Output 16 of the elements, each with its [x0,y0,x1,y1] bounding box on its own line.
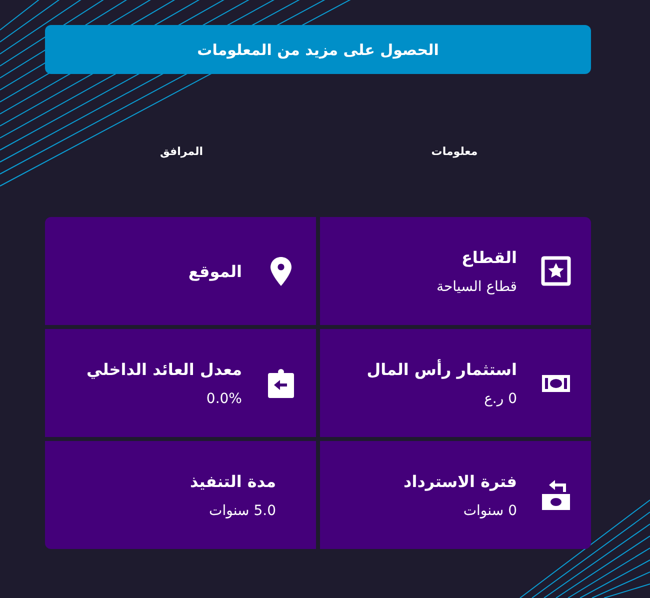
card-value: قطاع السياحة [436,278,517,294]
card-title: معدل العائد الداخلي [86,360,242,378]
card-title: مدة التنفيذ [190,472,276,490]
tab[interactable]: المرافق [156,141,208,161]
card-value: 0 ر.ع [483,390,517,406]
clipboard-arrow-icon [266,368,296,398]
card-value: 5.0 سنوات [208,502,276,518]
card-value: 0 سنوات [462,502,517,518]
banknote-arrow-icon [541,478,571,512]
card-title: الموقع [188,262,242,280]
more-info-button[interactable]: الحصول على مزيد من المعلومات [45,25,591,74]
card-title: القطاع [460,248,517,266]
tab[interactable]: معلومات [427,141,482,161]
card-title: فترة الاسترداد [404,472,517,490]
card-value: 0.0% [205,390,242,406]
card-title: استثمار رأس المال [366,360,517,378]
